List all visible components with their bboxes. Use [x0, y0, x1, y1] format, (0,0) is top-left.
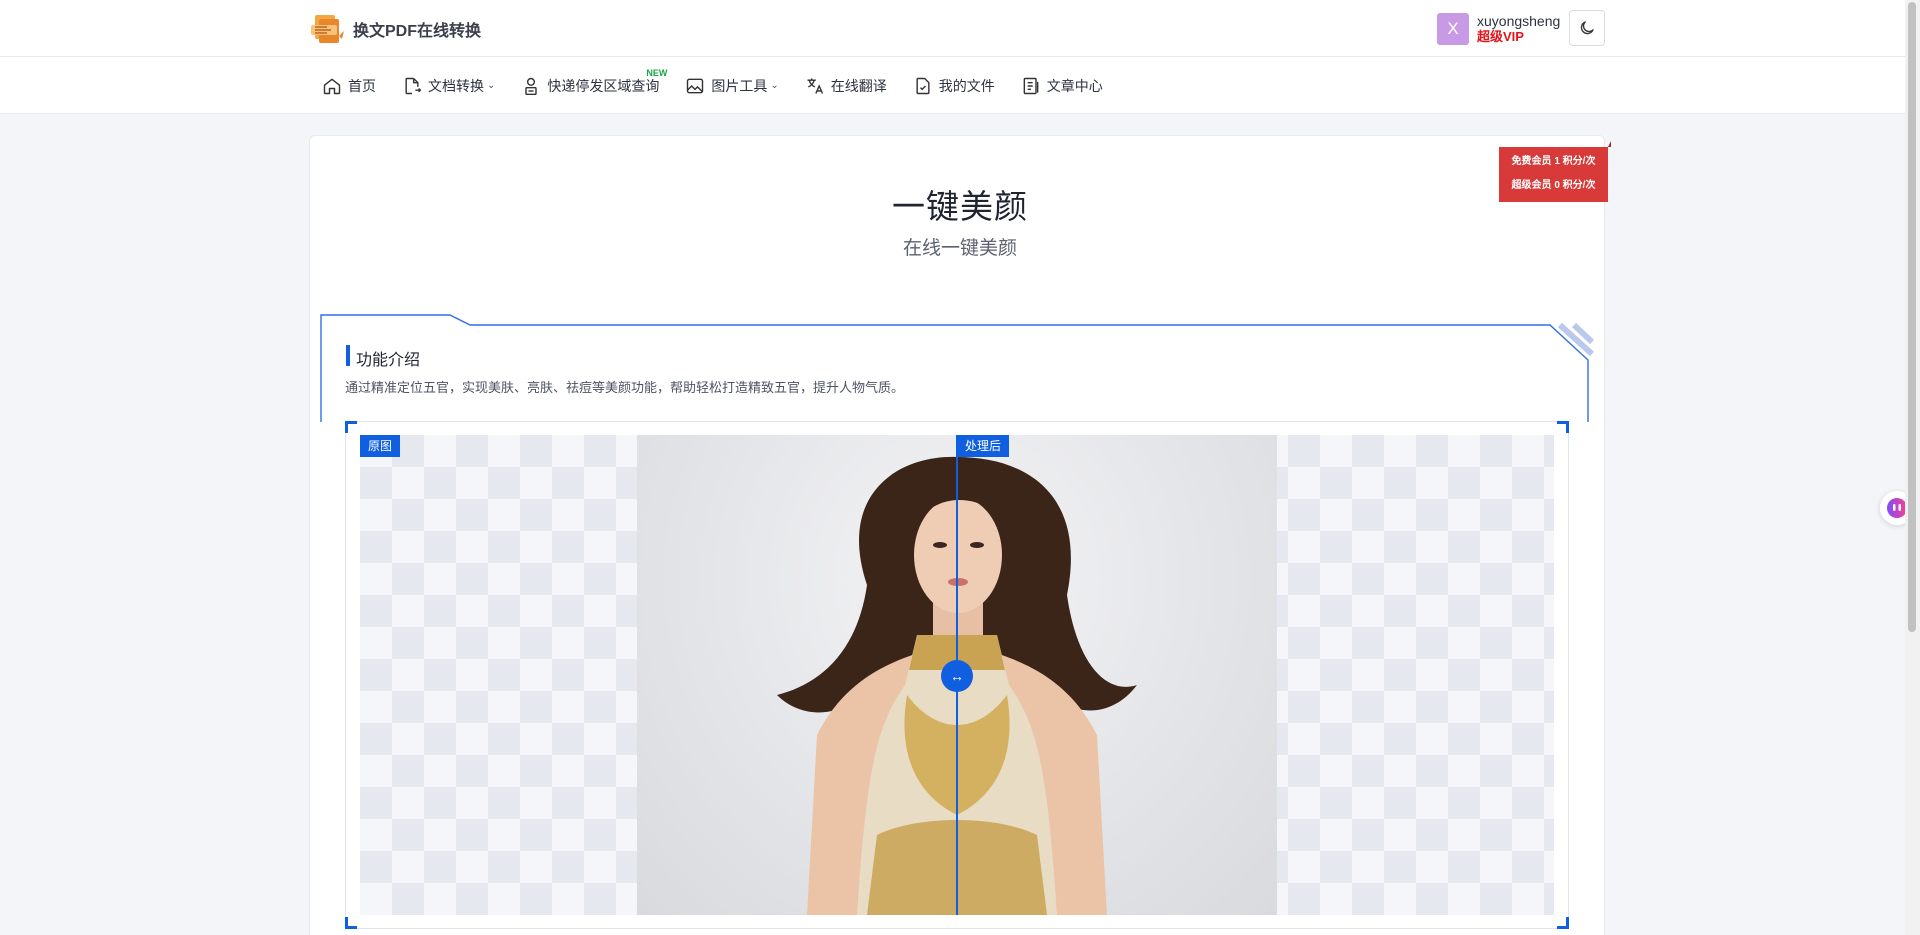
nav-label: 在线翻译 — [830, 77, 887, 94]
moon-icon — [1580, 21, 1594, 35]
image-icon — [687, 78, 704, 93]
logo-icon — [311, 15, 344, 43]
nav-label: 我的文件 — [938, 77, 995, 94]
nav-label: 文档转换 — [428, 77, 484, 94]
main-nav: 首页 文档转换 ⌄ 快递停发区域查询 NEW 图片工具 ⌄ 在线翻译 我的文件 … — [0, 57, 1905, 114]
section-frame — [320, 314, 1594, 422]
user-menu[interactable]: X xuyongsheng 超级VIP — [1437, 13, 1560, 45]
nav-label: 图片工具 — [711, 77, 768, 94]
nav-label: 文章中心 — [1046, 77, 1103, 94]
courier-icon — [525, 77, 538, 95]
logo[interactable]: 换文PDF在线转换 — [309, 12, 481, 46]
translate-icon — [807, 78, 823, 94]
chevron-down-icon: ⌄ — [770, 80, 779, 91]
nav-item-courier-query[interactable]: 快递停发区域查询 NEW — [521, 57, 667, 114]
page-subtitle: 在线一键美颜 — [902, 238, 1017, 259]
top-header: 换文PDF在线转换 X xuyongsheng 超级VIP — [0, 0, 1905, 57]
file-check-icon — [916, 77, 930, 94]
brand-name: 换文PDF在线转换 — [353, 23, 482, 40]
document-convert-icon — [405, 77, 422, 94]
nav-item-doc-convert[interactable]: 文档转换 ⌄ — [402, 57, 495, 114]
new-badge: NEW — [646, 68, 668, 78]
frame-corner — [345, 421, 357, 433]
nav-item-my-files[interactable]: 我的文件 — [913, 57, 995, 114]
frame-corner — [345, 917, 357, 929]
chevron-down-icon: ⌄ — [487, 80, 496, 91]
username: xuyongsheng — [1477, 13, 1561, 29]
nav-item-articles[interactable]: 文章中心 — [1021, 57, 1103, 114]
frame-corner — [1557, 917, 1569, 929]
nav-item-translate[interactable]: 在线翻译 — [805, 57, 887, 114]
frame-corner — [1557, 421, 1569, 433]
nav-label: 首页 — [348, 77, 376, 94]
after-label: 处理后 — [957, 435, 1010, 457]
nav-item-image-tools[interactable]: 图片工具 ⌄ — [685, 57, 779, 114]
section-description: 通过精准定位五官，实现美肤、亮肤、祛痘等美颜功能，帮助轻松打造精致五官，提升人物… — [345, 380, 905, 395]
before-label: 原图 — [360, 435, 401, 457]
theme-toggle-button[interactable] — [1569, 10, 1605, 46]
scrollbar-thumb[interactable] — [1908, 2, 1916, 632]
article-icon — [1023, 77, 1039, 94]
nav-item-home[interactable]: 首页 — [322, 57, 376, 114]
nav-label: 快递停发区域查询 — [547, 77, 660, 94]
home-icon — [323, 78, 341, 94]
vip-badge: 超级VIP — [1477, 29, 1524, 44]
compare-slider-handle[interactable]: ↔ — [941, 660, 973, 692]
avatar[interactable]: X — [1437, 13, 1469, 45]
section-title: 功能介绍 — [356, 352, 421, 369]
pricing-free: 免费会员 1 积分/次 — [1511, 156, 1596, 167]
page-title: 一键美颜 — [892, 188, 1028, 225]
section-accent-bar — [346, 345, 350, 366]
